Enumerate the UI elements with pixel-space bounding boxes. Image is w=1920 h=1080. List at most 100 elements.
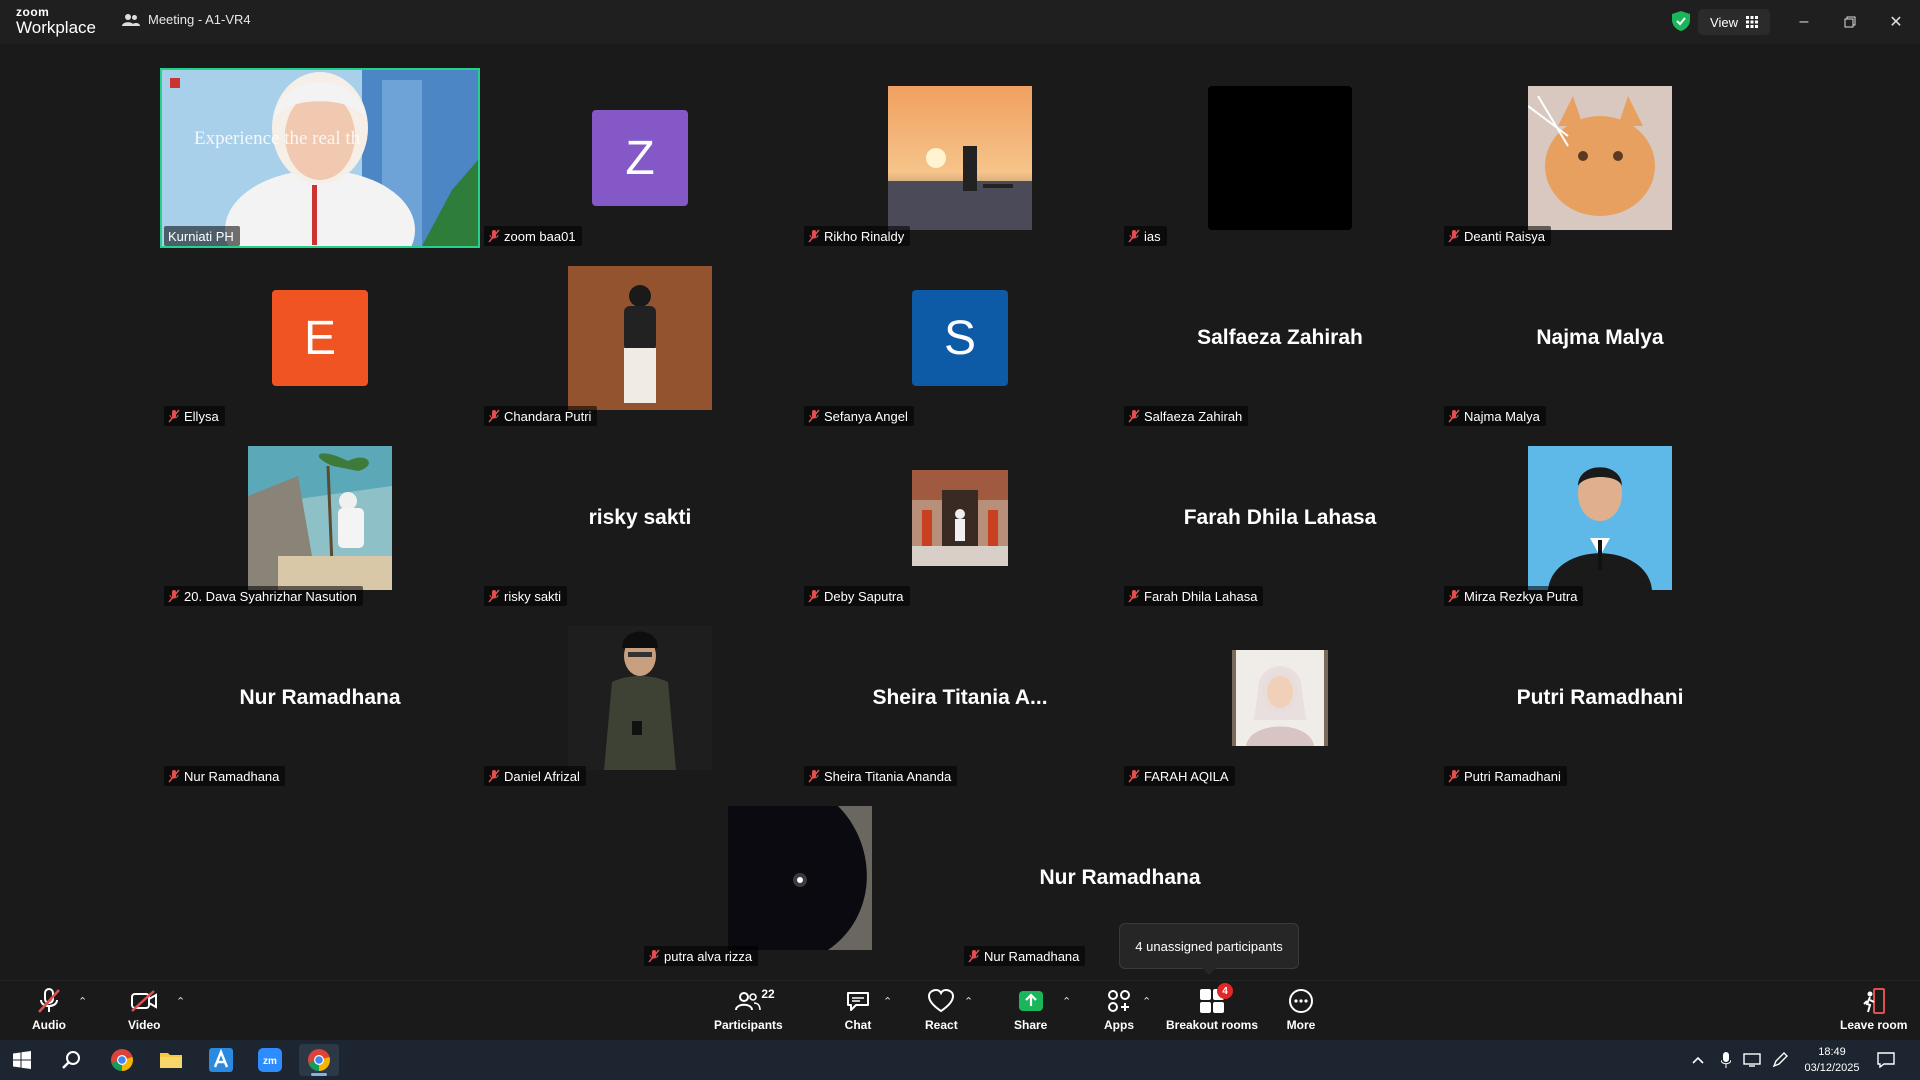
meeting-title[interactable]: Meeting - A1-VR4 xyxy=(122,12,251,27)
participant-tile[interactable]: Najma Malya Najma Malya xyxy=(1440,248,1760,428)
apps-label: Apps xyxy=(1104,1018,1134,1032)
apps-options-chevron-icon[interactable]: ⌃ xyxy=(1142,995,1151,1008)
react-options-chevron-icon[interactable]: ⌃ xyxy=(964,995,973,1008)
participant-name: Chandara Putri xyxy=(504,408,592,424)
mic-muted-icon xyxy=(1448,409,1460,423)
chat-options-chevron-icon[interactable]: ⌃ xyxy=(883,995,892,1008)
minimize-icon[interactable]: – xyxy=(1790,8,1818,36)
mic-muted-icon xyxy=(968,949,980,963)
taskbar-clock[interactable]: 18:49 03/12/2025 xyxy=(1786,1044,1878,1076)
participant-tile[interactable]: Deanti Raisya xyxy=(1440,68,1760,248)
close-icon[interactable]: ✕ xyxy=(1882,8,1910,36)
participants-button[interactable]: 22 Participants xyxy=(714,987,783,1032)
participant-tile[interactable]: ias xyxy=(1120,68,1440,248)
breakout-badge: 4 xyxy=(1217,983,1234,999)
display-name: Salfaeza Zahirah xyxy=(1197,326,1363,349)
audio-button[interactable]: Audio xyxy=(32,987,66,1032)
chat-icon xyxy=(847,992,869,1011)
search-icon[interactable] xyxy=(52,1044,92,1076)
mic-muted-icon xyxy=(488,409,500,423)
participant-tile[interactable]: Salfaeza Zahirah Salfaeza Zahirah xyxy=(1120,248,1440,428)
view-button[interactable]: View xyxy=(1698,9,1770,35)
profile-photo xyxy=(728,806,872,950)
name-label: risky sakti xyxy=(484,586,568,606)
participant-tile[interactable]: 20. Dava Syahrizhar Nasution xyxy=(160,428,480,608)
windows-start-icon[interactable] xyxy=(2,1044,42,1076)
avatar: Z xyxy=(592,110,688,206)
clock-time: 18:49 xyxy=(1818,1046,1846,1058)
chrome-icon[interactable] xyxy=(102,1044,142,1076)
participant-name: Najma Malya xyxy=(1464,408,1540,424)
react-heart-icon xyxy=(928,989,955,1013)
name-label: FARAH AQILA xyxy=(1124,766,1235,786)
leave-room-button[interactable]: Leave room xyxy=(1840,987,1907,1032)
name-label: Nur Ramadhana xyxy=(964,946,1086,966)
mic-muted-icon xyxy=(1128,409,1140,423)
avatar: E xyxy=(272,290,368,386)
notifications-icon[interactable] xyxy=(1868,1044,1904,1076)
name-label: 20. Dava Syahrizhar Nasution xyxy=(164,586,363,606)
participant-tile[interactable]: Rikho Rinaldy xyxy=(800,68,1120,248)
clock-date: 03/12/2025 xyxy=(1804,1062,1860,1074)
video-options-chevron-icon[interactable]: ⌃ xyxy=(176,995,185,1008)
video-label: Video xyxy=(128,1018,161,1032)
avatar: S xyxy=(912,290,1008,386)
name-label: Daniel Afrizal xyxy=(484,766,586,786)
share-button[interactable]: Share xyxy=(1014,987,1047,1032)
participant-tile[interactable]: Mirza Rezkya Putra xyxy=(1440,428,1760,608)
mic-muted-icon xyxy=(488,589,500,603)
restore-icon[interactable] xyxy=(1836,8,1864,36)
name-label: Sheira Titania Ananda xyxy=(804,766,958,786)
share-options-chevron-icon[interactable]: ⌃ xyxy=(1062,995,1071,1008)
svg-text:zm: zm xyxy=(263,1056,277,1067)
participant-name: Deanti Raisya xyxy=(1464,228,1545,244)
participant-tile[interactable]: Experience the real th Kurniati PH xyxy=(160,68,480,248)
participant-tile[interactable]: putra alva rizza xyxy=(640,788,960,968)
participant-tile[interactable]: Deby Saputra xyxy=(800,428,1120,608)
name-label: Ellysa xyxy=(164,406,225,426)
participant-tile[interactable]: Z zoom baa01 xyxy=(480,68,800,248)
tray-network-icon[interactable] xyxy=(1740,1044,1764,1076)
participant-tile[interactable]: Chandara Putri xyxy=(480,248,800,428)
mic-muted-icon xyxy=(38,988,60,1013)
participant-tile[interactable]: Nur Ramadhana Nur Ramadhana xyxy=(160,608,480,788)
zoom-logo: zoom Workplace xyxy=(16,6,96,36)
participant-tile[interactable]: Farah Dhila Lahasa Farah Dhila Lahasa xyxy=(1120,428,1440,608)
mic-muted-icon xyxy=(168,409,180,423)
video-button[interactable]: Video xyxy=(128,987,160,1032)
mic-muted-icon xyxy=(808,409,820,423)
participant-tile[interactable]: risky sakti risky sakti xyxy=(480,428,800,608)
participant-tile[interactable]: FARAH AQILA xyxy=(1120,608,1440,788)
tray-mic-icon[interactable] xyxy=(1714,1044,1738,1076)
zoom-taskbar-icon[interactable]: zm xyxy=(250,1044,290,1076)
encryption-shield-icon[interactable] xyxy=(1672,11,1690,31)
apps-button[interactable]: Apps xyxy=(1104,987,1134,1032)
chat-button[interactable]: Chat xyxy=(843,987,873,1032)
name-label: zoom baa01 xyxy=(484,226,582,246)
participant-tile[interactable]: Sheira Titania A... Sheira Titania Anand… xyxy=(800,608,1120,788)
react-button[interactable]: React xyxy=(925,987,958,1032)
participants-label: Participants xyxy=(714,1018,783,1032)
participant-name: 20. Dava Syahrizhar Nasution xyxy=(184,588,357,604)
more-icon xyxy=(1289,989,1313,1013)
file-explorer-icon[interactable] xyxy=(151,1044,191,1076)
gallery-view: Experience the real th Kurniati PH Z zoo… xyxy=(0,44,1920,980)
name-label: Deby Saputra xyxy=(804,586,910,606)
participant-tile[interactable]: S Sefanya Angel xyxy=(800,248,1120,428)
azure-app-icon[interactable] xyxy=(201,1044,241,1076)
name-label: Deanti Raisya xyxy=(1444,226,1551,246)
audio-options-chevron-icon[interactable]: ⌃ xyxy=(78,995,87,1008)
display-name: Najma Malya xyxy=(1536,326,1664,349)
participant-tile[interactable]: Putri Ramadhani Putri Ramadhani xyxy=(1440,608,1760,788)
chrome-active-icon[interactable] xyxy=(299,1044,339,1076)
grid-icon xyxy=(1745,16,1758,28)
participant-tile[interactable]: Daniel Afrizal xyxy=(480,608,800,788)
participant-tile[interactable]: E Ellysa xyxy=(160,248,480,428)
display-name: Farah Dhila Lahasa xyxy=(1183,506,1377,529)
participant-name: Sheira Titania Ananda xyxy=(824,768,952,784)
tray-chevron-up-icon[interactable] xyxy=(1686,1044,1710,1076)
participant-name: zoom baa01 xyxy=(504,228,576,244)
more-button[interactable]: More xyxy=(1286,987,1316,1032)
breakout-rooms-button[interactable]: 4 Breakout rooms xyxy=(1166,983,1258,1032)
participant-name: Kurniati PH xyxy=(168,228,234,244)
